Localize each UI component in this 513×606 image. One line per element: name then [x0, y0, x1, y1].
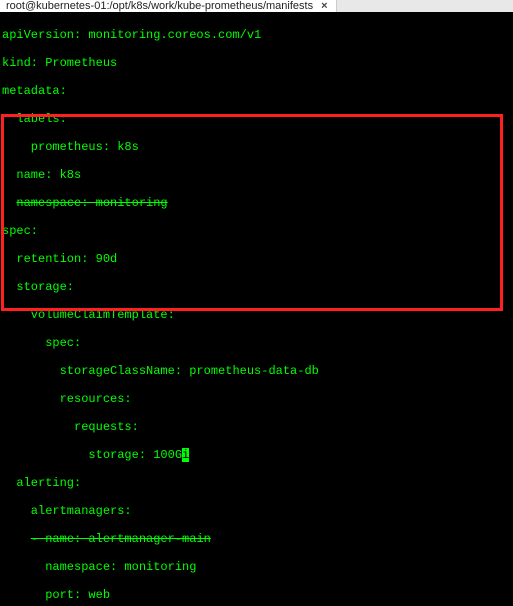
struck-text: namespace: monitoring: [16, 196, 167, 210]
cursor: i: [182, 448, 189, 462]
yaml-line: spec:: [2, 224, 511, 238]
close-icon[interactable]: ×: [319, 0, 329, 12]
yaml-line: alerting:: [2, 476, 511, 490]
yaml-line: resources:: [2, 392, 511, 406]
indent: [2, 532, 31, 546]
yaml-line: storageClassName: prometheus-data-db: [2, 364, 511, 378]
yaml-line: spec:: [2, 336, 511, 350]
yaml-line: name: k8s: [2, 168, 511, 182]
yaml-line: labels:: [2, 112, 511, 126]
yaml-line: requests:: [2, 420, 511, 434]
yaml-line: metadata:: [2, 84, 511, 98]
yaml-line: namespace: monitoring: [2, 560, 511, 574]
yaml-line: namespace: monitoring: [2, 196, 511, 210]
yaml-line: - name: alertmanager-main: [2, 532, 511, 546]
yaml-line: storage: 100Gi: [2, 448, 511, 462]
tab-title: root@kubernetes-01:/opt/k8s/work/kube-pr…: [6, 0, 313, 12]
yaml-line: port: web: [2, 588, 511, 602]
struck-text: - name: alertmanager-main: [31, 532, 211, 546]
terminal-tab[interactable]: root@kubernetes-01:/opt/k8s/work/kube-pr…: [0, 0, 337, 12]
text: storage: 100G: [2, 448, 182, 462]
yaml-line: alertmanagers:: [2, 504, 511, 518]
yaml-line: prometheus: k8s: [2, 140, 511, 154]
terminal-window: root@kubernetes-01:/opt/k8s/work/kube-pr…: [0, 0, 513, 606]
yaml-line: volumeClaimTemplate:: [2, 308, 511, 322]
yaml-line: kind: Prometheus: [2, 56, 511, 70]
terminal-body[interactable]: apiVersion: monitoring.coreos.com/v1 kin…: [0, 12, 513, 606]
yaml-line: storage:: [2, 280, 511, 294]
indent: [2, 196, 16, 210]
yaml-line: retention: 90d: [2, 252, 511, 266]
tab-bar: root@kubernetes-01:/opt/k8s/work/kube-pr…: [0, 0, 513, 12]
yaml-line: apiVersion: monitoring.coreos.com/v1: [2, 28, 511, 42]
